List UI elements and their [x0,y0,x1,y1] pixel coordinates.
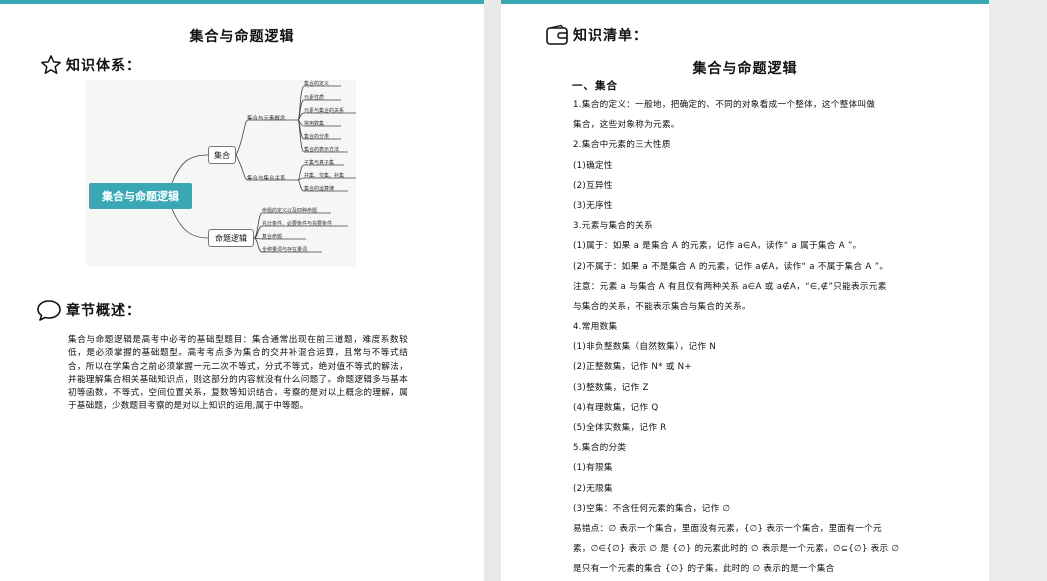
text-line: (1)非负整数集（自然数集），记作 N [573,342,717,353]
wallet-icon [546,24,568,45]
text-line: (2)不属于：如果 a 不是集合 A 的元素，记作 a∉A，读作“ a 不属于集… [573,261,889,272]
text-line: 3.元素与集合的关系 [573,221,653,232]
mindmap-group-label: 集合与元素概念 [247,116,286,122]
text-line: (2)正整数集，记作 N* 或 N+ [573,362,692,373]
mindmap-leaf: 集合的分类 [304,134,330,140]
mindmap-node-set: 集合 [208,146,236,164]
mindmap-leaf: 充分条件、必要条件与充要条件 [262,221,333,227]
page-top-bar [0,0,484,4]
chapter-overview-heading: 章节概述： [36,298,141,322]
speech-bubble-icon [37,300,61,321]
text-line: 素，∅∈{∅} 表示 ∅ 是 {∅} 的元素此时的 ∅ 表示是一个元素，∅⊆{∅… [573,544,900,555]
knowledge-list-body: 1.集合的定义：一般地，把确定的、不同的对象看成一个整体，这个整体叫做 集合，这… [573,95,918,580]
star-outline-icon [41,55,61,74]
knowledge-system-heading: 知识体系： [40,54,141,76]
mindmap-leaf: 元素与集合的关系 [304,108,345,114]
text-line: (4)有理数集，记作 Q [573,402,659,413]
text-line: 是只有一个元素的集合 {∅} 的子集，此时的 ∅ 表示的是一个集合 [573,564,835,575]
page-top-bar [501,0,989,4]
text-line: 与集合的关系，不能表示集合与集合的关系。 [573,301,751,312]
mindmap-leaf: 集合的表示方法 [304,147,340,153]
mindmap-leaf: 复合命题 [262,234,283,240]
text-line: (1)有限集 [573,463,613,474]
text-line: 4.常用数集 [573,322,618,333]
viewer-gutter [989,0,1047,581]
mindmap-leaf: 元素性质 [304,95,325,101]
text-line: (5)全体实数集，记作 R [573,423,667,433]
document-page-left: 集合与命题逻辑 知识体系： 集合与命题逻辑 集合 命题逻辑 集合与元素概念 集合… [0,0,484,581]
knowledge-list-heading: 知识清单： [545,24,648,46]
mindmap-leaf: 常用数集 [304,121,325,127]
text-line: 易错点：∅ 表示一个集合，里面没有元素，{∅} 表示一个集合，里面有一个元 [573,523,882,534]
text-line: (3)空集：不含任何元素的集合，记作 ∅ [573,503,731,514]
mindmap-root-node: 集合与命题逻辑 [89,183,192,209]
mindmap-diagram: 集合与命题逻辑 集合 命题逻辑 集合与元素概念 集合与集合关系 集合的定义 元素… [86,80,356,266]
mindmap-leaf: 并集、交集、补集 [304,173,345,179]
mindmap-leaf: 全称量词与存在量词 [262,247,308,253]
mindmap-leaf: 集合的定义 [304,81,330,87]
mindmap-leaf: 集合的运算律 [304,186,335,192]
document-page-right: 知识清单： 集合与命题逻辑 一、集合 1.集合的定义：一般地，把确定的、不同的对… [501,0,989,581]
text-line: (3)整数集，记作 Z [573,382,649,393]
text-line: 注意：元素 a 与集合 A 有且仅有两种关系 a∈A 或 a∉A，“∈,∉”只能… [573,281,887,292]
text-line: 2.集合中元素的三大性质 [573,140,671,151]
mindmap-leaf: 子集与真子集 [304,160,335,166]
text-line: (3)无序性 [573,200,613,211]
page-title: 集合与命题逻辑 [189,29,295,45]
text-line: (1)确定性 [573,160,613,171]
text-line: (1)属于：如果 a 是集合 A 的元素，记作 a∈A，读作“ a 属于集合 A… [573,241,862,252]
section-heading-sets: 一、集合 [572,80,618,92]
text-line: 5.集合的分类 [573,443,627,454]
text-line: 集合，这些对象称为元素。 [573,120,680,131]
mindmap-leaf: 命题的定义以及四种命题 [262,208,318,214]
text-line: 1.集合的定义：一般地，把确定的、不同的对象看成一个整体，这个整体叫做 [573,100,876,110]
text-line: (2)无限集 [573,483,613,494]
mindmap-group-label: 集合与集合关系 [247,176,286,182]
chapter-overview-text: 集合与命题逻辑是高考中必考的基础型题目：集合通常出现在前三道题，难度系数较低，是… [68,335,408,412]
knowledge-list-title: 集合与命题逻辑 [692,61,798,77]
mindmap-node-logic: 命题逻辑 [208,229,254,247]
text-line: (2)互异性 [573,180,613,191]
